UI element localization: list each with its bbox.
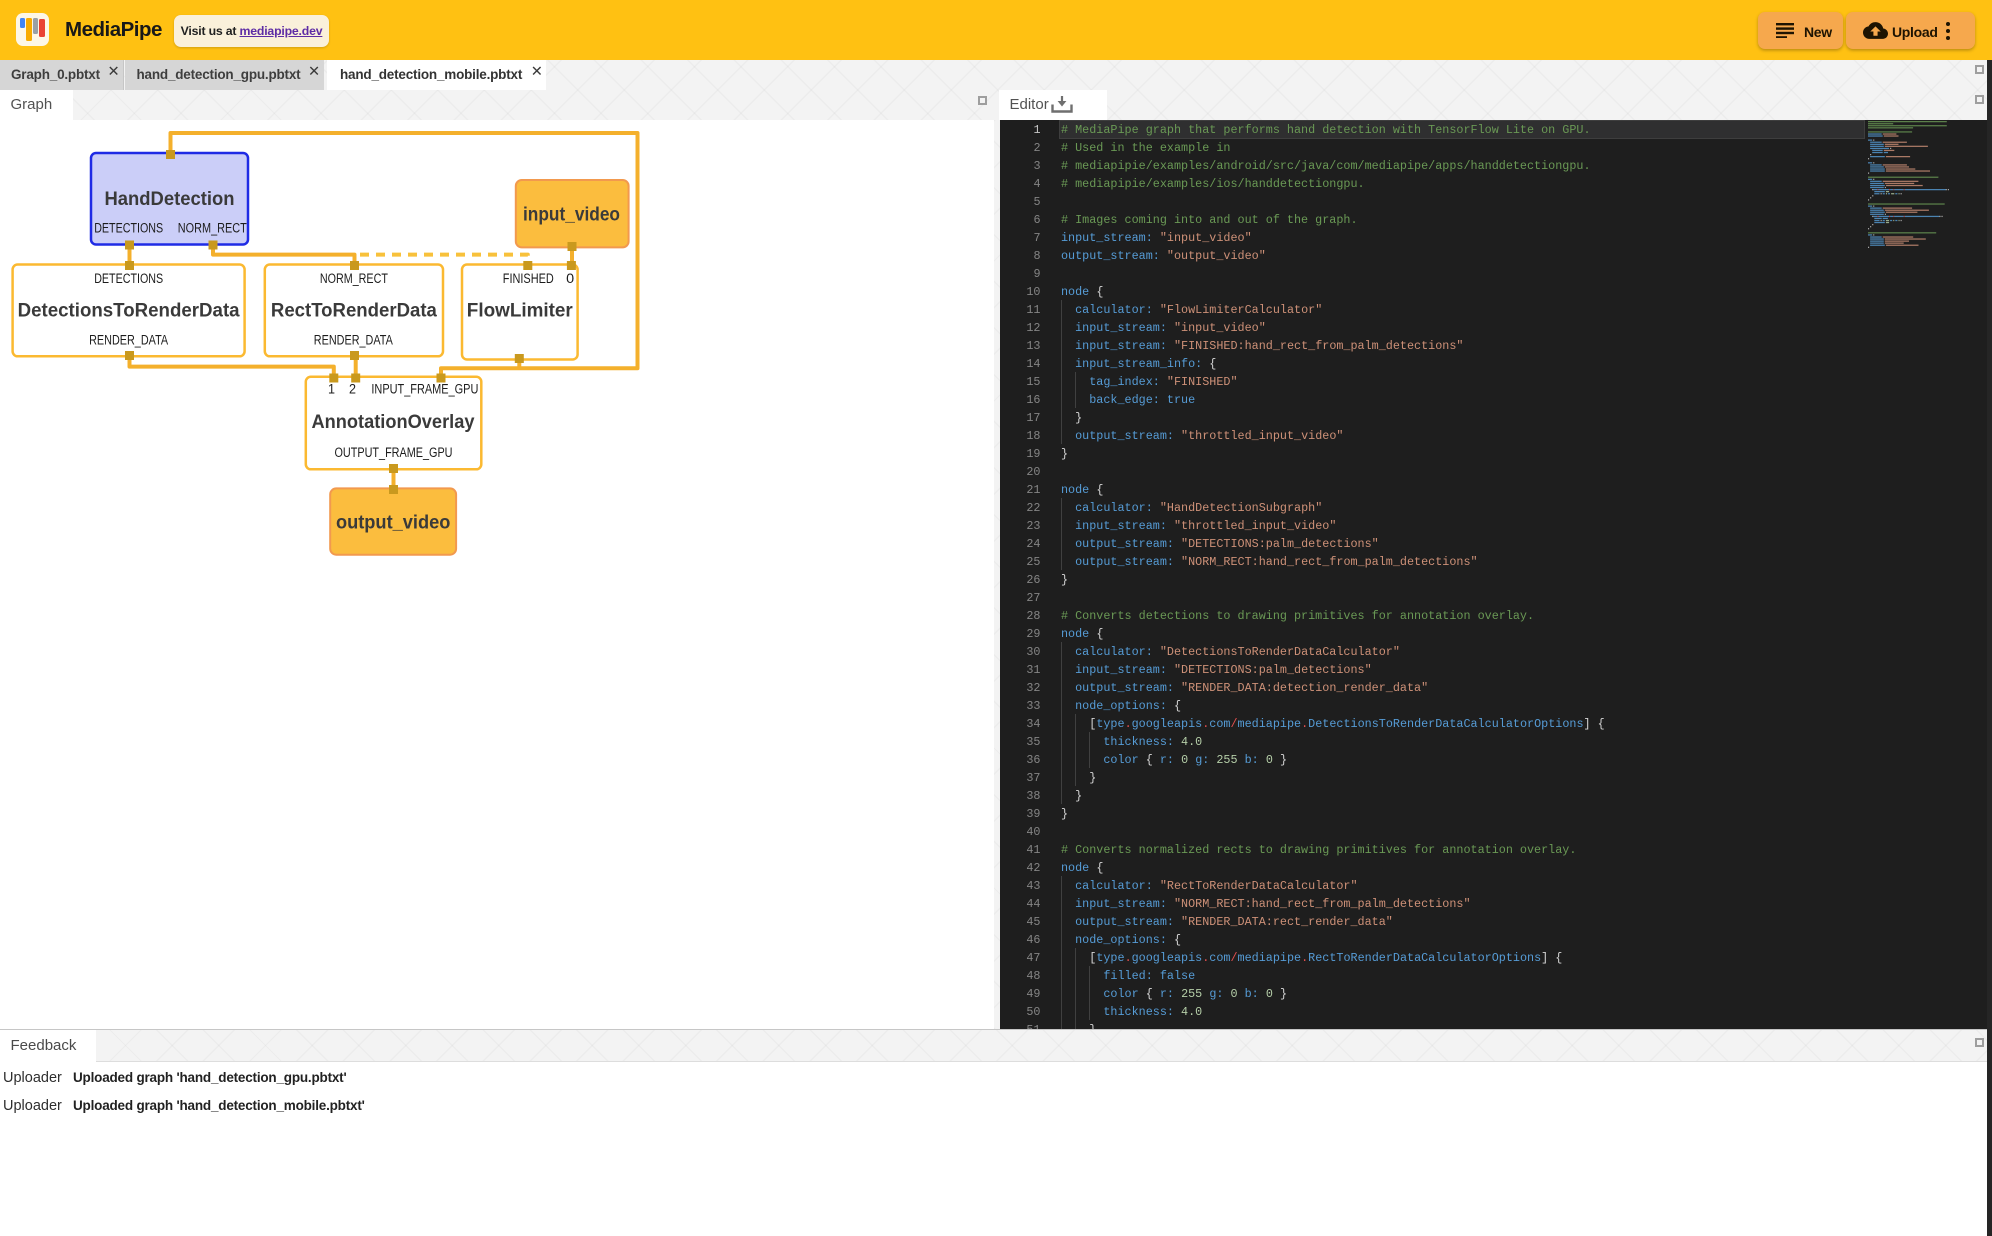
svg-text:FlowLimiter: FlowLimiter	[467, 301, 574, 322]
svg-text:RENDER_DATA: RENDER_DATA	[89, 333, 168, 348]
svg-text:1: 1	[328, 382, 335, 397]
svg-text:2: 2	[349, 382, 356, 397]
svg-text:HandDetection: HandDetection	[105, 189, 235, 210]
svg-text:INPUT_FRAME_GPU: INPUT_FRAME_GPU	[371, 382, 478, 397]
svg-text:AnnotationOverlay: AnnotationOverlay	[312, 412, 475, 433]
svg-text:output_video: output_video	[336, 513, 451, 534]
svg-text:RectToRenderData: RectToRenderData	[271, 301, 437, 322]
svg-text:FINISHED: FINISHED	[503, 271, 554, 286]
svg-text:NORM_RECT: NORM_RECT	[178, 221, 247, 236]
svg-text:0: 0	[566, 271, 574, 286]
svg-text:RENDER_DATA: RENDER_DATA	[314, 333, 393, 348]
svg-text:DETECTIONS: DETECTIONS	[94, 271, 163, 286]
svg-text:DetectionsToRenderData: DetectionsToRenderData	[18, 301, 240, 322]
svg-text:DETECTIONS: DETECTIONS	[94, 221, 163, 236]
svg-text:NORM_RECT: NORM_RECT	[320, 271, 388, 286]
svg-text:OUTPUT_FRAME_GPU: OUTPUT_FRAME_GPU	[335, 445, 453, 460]
svg-text:input_video: input_video	[523, 205, 620, 226]
